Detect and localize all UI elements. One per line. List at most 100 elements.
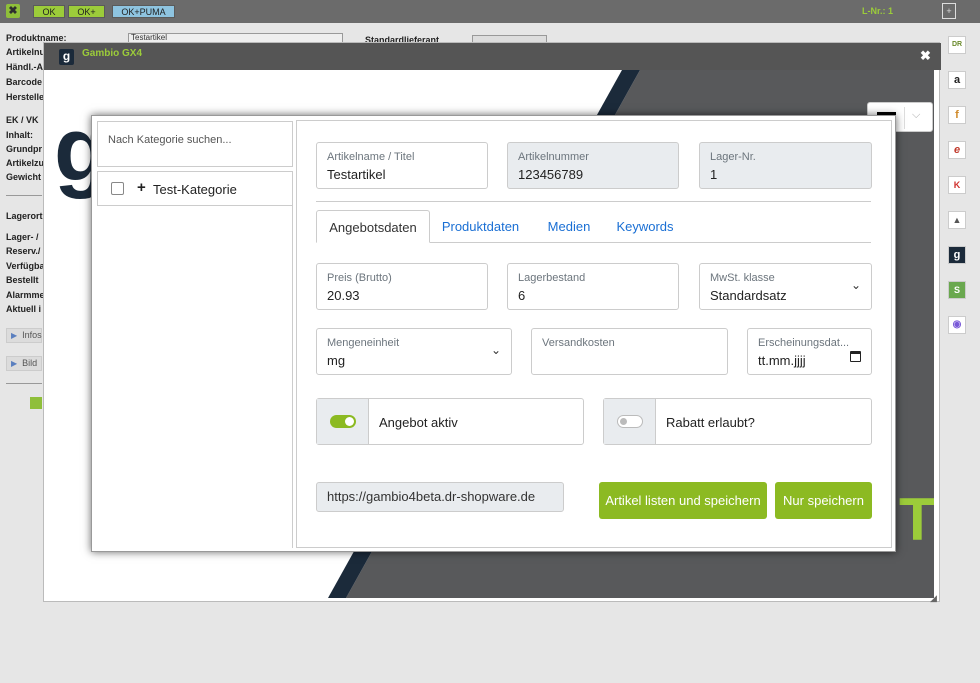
category-tree-pane — [97, 205, 293, 548]
ok-button[interactable]: OK — [33, 5, 65, 18]
category-checkbox[interactable] — [111, 182, 124, 195]
tab-keywords[interactable]: Keywords — [610, 210, 680, 243]
field-value: mg — [327, 353, 346, 368]
chevron-down-icon: ⌄ — [490, 343, 501, 357]
toggle-off-icon[interactable] — [617, 415, 643, 428]
stock-field[interactable]: Lagerbestand 6 — [507, 263, 679, 310]
discount-toggle[interactable]: Rabatt erlaubt? — [603, 398, 872, 445]
bg-label: Lagerort — [6, 211, 43, 221]
fruugo-icon[interactable]: f — [948, 106, 966, 124]
bg-label: Herstelle — [6, 92, 45, 102]
cart-icon[interactable]: DR — [948, 36, 966, 54]
toggle-label: Rabatt erlaubt? — [666, 415, 755, 430]
toggle-on-icon[interactable] — [330, 415, 356, 428]
field-value: 6 — [518, 288, 526, 303]
triangle-right-icon: ▶ — [11, 331, 18, 340]
shop-icon[interactable]: ▲ — [948, 211, 966, 229]
tab-angebotsdaten[interactable]: Angebotsdaten — [316, 210, 430, 243]
field-value: 1 — [710, 167, 718, 182]
bg-label: Bestellt — [6, 275, 39, 285]
divider — [904, 107, 905, 129]
field-label: Preis (Brutto) — [327, 272, 392, 284]
bg-label: Lager- / — [6, 232, 39, 242]
bild-collapse[interactable]: ▶ Bild — [6, 356, 42, 371]
field-label: Artikelname / Titel — [327, 151, 415, 163]
bg-label: Aktuell i — [6, 304, 42, 314]
gambio-window-header: g Gambio GX4 ✖ — [44, 43, 941, 70]
vat-select[interactable]: MwSt. klasse Standardsatz ⌄ — [699, 263, 872, 310]
tab-medien[interactable]: Medien — [540, 210, 598, 243]
bg-label: Artikelzu — [6, 158, 45, 168]
field-label: Erscheinungsdat... — [758, 337, 850, 349]
gambio-logo-icon: g — [59, 49, 74, 65]
divider — [6, 195, 42, 196]
bg-label: Verfügba — [6, 261, 45, 271]
article-name-field[interactable]: Artikelname / Titel Testartikel — [316, 142, 488, 189]
article-number-field: Artikelnummer 123456789 — [507, 142, 679, 189]
close-icon[interactable]: ✖ — [920, 48, 931, 64]
bg-label: Reserv./ — [6, 246, 41, 256]
bg-label: Händl.-A — [6, 62, 43, 72]
field-label: Versandkosten — [542, 337, 615, 349]
bg-label: Alarmme — [6, 290, 45, 300]
chevron-down-icon: ⌄ — [850, 278, 861, 292]
price-field[interactable]: Preis (Brutto) 20.93 — [316, 263, 488, 310]
calendar-icon[interactable] — [850, 351, 861, 362]
amazon-icon[interactable]: a — [948, 71, 966, 89]
close-icon[interactable]: ✖ — [6, 4, 20, 18]
field-label: Lagerbestand — [518, 272, 586, 284]
marketplace-icons: DR a f e K ▲ g S ◉ — [940, 36, 980, 381]
chevron-down-icon: ⌵ — [912, 109, 921, 121]
divider — [6, 383, 42, 384]
new-document-icon[interactable]: + — [942, 3, 956, 19]
plus-icon[interactable]: + — [137, 180, 146, 195]
toggle-knob — [620, 418, 627, 425]
category-search-input[interactable]: Nach Kategorie suchen... — [97, 121, 293, 167]
kaufland-icon[interactable]: K — [948, 176, 966, 194]
toggle-knob — [345, 417, 354, 426]
bild-label: Bild — [22, 358, 38, 368]
infos-label: Infos — [22, 330, 42, 340]
bg-label: Artikelnu — [6, 47, 46, 57]
resize-handle-icon[interactable]: ◢ — [930, 593, 937, 604]
toggle-label: Angebot aktiv — [379, 415, 458, 430]
field-label: MwSt. klasse — [710, 272, 775, 284]
ebay-icon[interactable]: e — [948, 141, 966, 159]
gambio-icon[interactable]: g — [948, 246, 966, 264]
woocommerce-icon[interactable]: ◉ — [948, 316, 966, 334]
top-toolbar: ✖ OK OK+ OK+PUMA L-Nr.: 1 + — [0, 0, 980, 23]
unit-select[interactable]: Mengeneinheit mg ⌄ — [316, 328, 512, 375]
ok-puma-button[interactable]: OK+PUMA — [112, 5, 175, 18]
offer-active-toggle[interactable]: Angebot aktiv — [316, 398, 584, 445]
ok-plus-button[interactable]: OK+ — [68, 5, 105, 18]
toggle-switch-area[interactable] — [604, 399, 656, 444]
window-title: Gambio GX4 — [82, 48, 143, 59]
category-item[interactable]: + Test-Kategorie — [97, 171, 293, 206]
field-label: Artikelnummer — [518, 151, 589, 163]
field-value: Testartikel — [327, 167, 386, 182]
save-only-button[interactable]: Nur speichern — [775, 482, 872, 519]
shipping-cost-field[interactable]: Versandkosten — [531, 328, 728, 375]
bg-label: EK / VK — [6, 115, 39, 125]
infos-collapse[interactable]: ▶ Infos — [6, 328, 42, 343]
bg-label: Gewicht — [6, 172, 42, 182]
release-date-field[interactable]: Erscheinungsdat... tt.mm.jjjj — [747, 328, 872, 375]
bg-label: Inhalt: — [6, 130, 33, 140]
category-label: Test-Kategorie — [153, 182, 237, 197]
list-and-save-button[interactable]: Artikel listen und speichern — [599, 482, 767, 519]
bg-label: Grundpr — [6, 144, 42, 154]
stock-number-field: Lager-Nr. 1 — [699, 142, 872, 189]
toggle-switch-area[interactable] — [317, 399, 369, 444]
field-value: 123456789 — [518, 167, 584, 182]
field-label: Mengeneinheit — [327, 337, 400, 349]
shop-url-field: https://gambio4beta.dr-shopware.de — [316, 482, 564, 512]
field-label: Lager-Nr. — [710, 151, 756, 163]
product-modal: Nach Kategorie suchen... + Test-Kategori… — [91, 115, 896, 552]
green-action-button[interactable] — [30, 397, 42, 409]
field-value: tt.mm.jjjj — [758, 353, 806, 368]
divider — [316, 201, 871, 202]
field-value: Standardsatz — [710, 288, 787, 303]
tab-produktdaten[interactable]: Produktdaten — [437, 210, 524, 243]
shopify-icon[interactable]: S — [948, 281, 966, 299]
field-value: 20.93 — [327, 288, 360, 303]
